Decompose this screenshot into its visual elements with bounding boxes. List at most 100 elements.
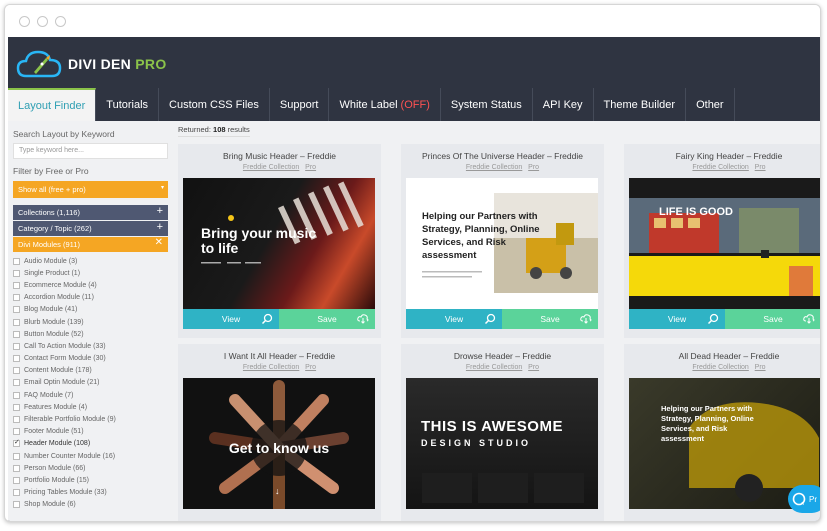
layout-thumbnail[interactable]: Bring your music to life xyxy=(183,178,375,309)
checkbox[interactable] xyxy=(13,428,20,436)
tab-tutorials[interactable]: Tutorials xyxy=(96,88,160,121)
module-filter-item[interactable]: Accordion Module (11) xyxy=(13,292,168,304)
tab-theme-builder[interactable]: Theme Builder xyxy=(594,88,687,121)
checkbox[interactable] xyxy=(13,269,20,277)
search-label: Search Layout by Keyword xyxy=(13,129,115,139)
layout-thumbnail[interactable]: Helping our Partners with Strategy, Plan… xyxy=(406,178,598,309)
title-bar xyxy=(5,5,820,37)
checkbox[interactable] xyxy=(13,318,20,326)
collection-link[interactable]: Freddie Collection xyxy=(243,164,299,171)
window-dot-minimize[interactable] xyxy=(37,16,48,27)
card-actions: View Save xyxy=(629,309,820,329)
checkbox[interactable] xyxy=(13,403,20,411)
module-filter-item[interactable]: Portfolio Module (15) xyxy=(13,474,168,486)
keyword-search-input[interactable]: Type keyword here... xyxy=(13,143,168,159)
save-button[interactable]: Save xyxy=(279,309,375,329)
module-filter-item[interactable]: Shop Module (6) xyxy=(13,499,168,511)
collection-link[interactable]: Freddie Collection xyxy=(466,364,522,371)
module-filter-item[interactable]: Header Module (108) xyxy=(13,438,168,450)
layout-thumbnail[interactable]: LIFE IS GOOD xyxy=(629,178,820,309)
checkbox[interactable] xyxy=(13,379,20,387)
tier-link[interactable]: Pro xyxy=(528,164,539,171)
tab-custom-css-files[interactable]: Custom CSS Files xyxy=(159,88,270,121)
view-button[interactable]: View xyxy=(406,309,502,329)
window-dot-maximize[interactable] xyxy=(55,16,66,27)
main-nav: Layout Finder Tutorials Custom CSS Files… xyxy=(8,88,820,121)
checkbox[interactable] xyxy=(13,281,20,289)
module-filter-item[interactable]: Call To Action Module (33) xyxy=(13,340,168,352)
card-meta: Freddie Collection Pro xyxy=(178,164,381,171)
module-filter-item[interactable]: Single Product (1) xyxy=(13,267,168,279)
collection-link[interactable]: Freddie Collection xyxy=(692,164,748,171)
tab-api-key[interactable]: API Key xyxy=(533,88,594,121)
save-button[interactable]: Save xyxy=(502,309,598,329)
checkbox[interactable] xyxy=(13,489,20,497)
checkbox[interactable] xyxy=(13,294,20,302)
checkbox[interactable] xyxy=(13,330,20,338)
card-title: Drowse Header – Freddie xyxy=(453,351,552,361)
tab-other[interactable]: Other xyxy=(686,88,735,121)
checkbox[interactable] xyxy=(13,501,20,509)
arrow-down-icon: ↓ xyxy=(275,486,280,496)
module-filter-item[interactable]: FAQ Module (7) xyxy=(13,389,168,401)
tab-support[interactable]: Support xyxy=(270,88,330,121)
plus-icon: + xyxy=(156,205,163,217)
tab-white-label[interactable]: White Label (OFF) xyxy=(329,88,441,121)
view-button[interactable]: View xyxy=(183,309,279,329)
tier-link[interactable]: Pro xyxy=(305,364,316,371)
module-filter-item[interactable]: Features Module (4) xyxy=(13,401,168,413)
download-icon xyxy=(357,314,369,324)
chevron-down-icon: ▾ xyxy=(160,185,164,191)
tab-layout-finder[interactable]: Layout Finder xyxy=(8,88,97,121)
checkbox[interactable] xyxy=(13,452,20,460)
save-button[interactable]: Save xyxy=(725,309,820,329)
card-actions: View Save xyxy=(406,309,598,329)
checkbox[interactable] xyxy=(13,306,20,314)
category-toggle[interactable]: Category / Topic (262) + xyxy=(13,221,168,236)
checkbox[interactable] xyxy=(13,476,20,484)
thumb-headline: Bring your music to life xyxy=(201,225,317,256)
free-pro-select[interactable]: Show all (free + pro) ▾ xyxy=(13,181,168,198)
module-filter-item[interactable]: Contact Form Module (30) xyxy=(13,353,168,365)
checkbox[interactable] xyxy=(13,391,20,399)
collections-toggle[interactable]: Collections (1,116) + xyxy=(13,205,168,220)
chat-label: Pr xyxy=(809,494,817,504)
tier-link[interactable]: Pro xyxy=(755,164,766,171)
module-filter-item[interactable]: Pricing Tables Module (33) xyxy=(13,487,168,499)
layout-thumbnail[interactable]: THIS IS AWESOME DESIGN STUDIO xyxy=(406,378,598,509)
module-filter-item[interactable]: Filterable Portfolio Module (9) xyxy=(13,413,168,425)
white-label-status: (OFF) xyxy=(400,98,430,111)
module-filter-label: Button Module (52) xyxy=(24,330,84,338)
module-filter-item[interactable]: Number Counter Module (16) xyxy=(13,450,168,462)
checkbox[interactable] xyxy=(13,355,20,363)
checkbox[interactable] xyxy=(13,438,20,448)
module-filter-label: FAQ Module (7) xyxy=(24,391,74,399)
filter-sidebar: Search Layout by Keyword Type keyword he… xyxy=(13,129,168,521)
view-button[interactable]: View xyxy=(629,309,725,329)
layout-thumbnail[interactable]: Get to know us ↓ xyxy=(183,378,375,509)
module-filter-item[interactable]: Person Module (66) xyxy=(13,462,168,474)
tier-link[interactable]: Pro xyxy=(305,164,316,171)
divi-modules-toggle[interactable]: Divi Modules (911) ✕ xyxy=(13,237,168,252)
module-filter-item[interactable]: Ecommerce Module (4) xyxy=(13,279,168,291)
collection-link[interactable]: Freddie Collection xyxy=(692,364,748,371)
tab-system-status[interactable]: System Status xyxy=(441,88,533,121)
checkbox[interactable] xyxy=(13,342,20,350)
module-filter-item[interactable]: Email Optin Module (21) xyxy=(13,377,168,389)
module-filter-item[interactable]: Audio Module (3) xyxy=(13,255,168,267)
checkbox[interactable] xyxy=(13,464,20,472)
checkbox[interactable] xyxy=(13,416,20,424)
tier-link[interactable]: Pro xyxy=(755,364,766,371)
collection-link[interactable]: Freddie Collection xyxy=(466,164,522,171)
module-filter-item[interactable]: Blog Module (41) xyxy=(13,304,168,316)
window-dot-close[interactable] xyxy=(19,16,30,27)
tier-link[interactable]: Pro xyxy=(528,364,539,371)
module-filter-item[interactable]: Footer Module (51) xyxy=(13,426,168,438)
module-filter-item[interactable]: Blurb Module (139) xyxy=(13,316,168,328)
checkbox[interactable] xyxy=(13,367,20,375)
chat-button[interactable]: Pr xyxy=(788,485,820,513)
module-filter-item[interactable]: Content Module (178) xyxy=(13,365,168,377)
collection-link[interactable]: Freddie Collection xyxy=(243,364,299,371)
module-filter-item[interactable]: Button Module (52) xyxy=(13,328,168,340)
checkbox[interactable] xyxy=(13,257,20,265)
